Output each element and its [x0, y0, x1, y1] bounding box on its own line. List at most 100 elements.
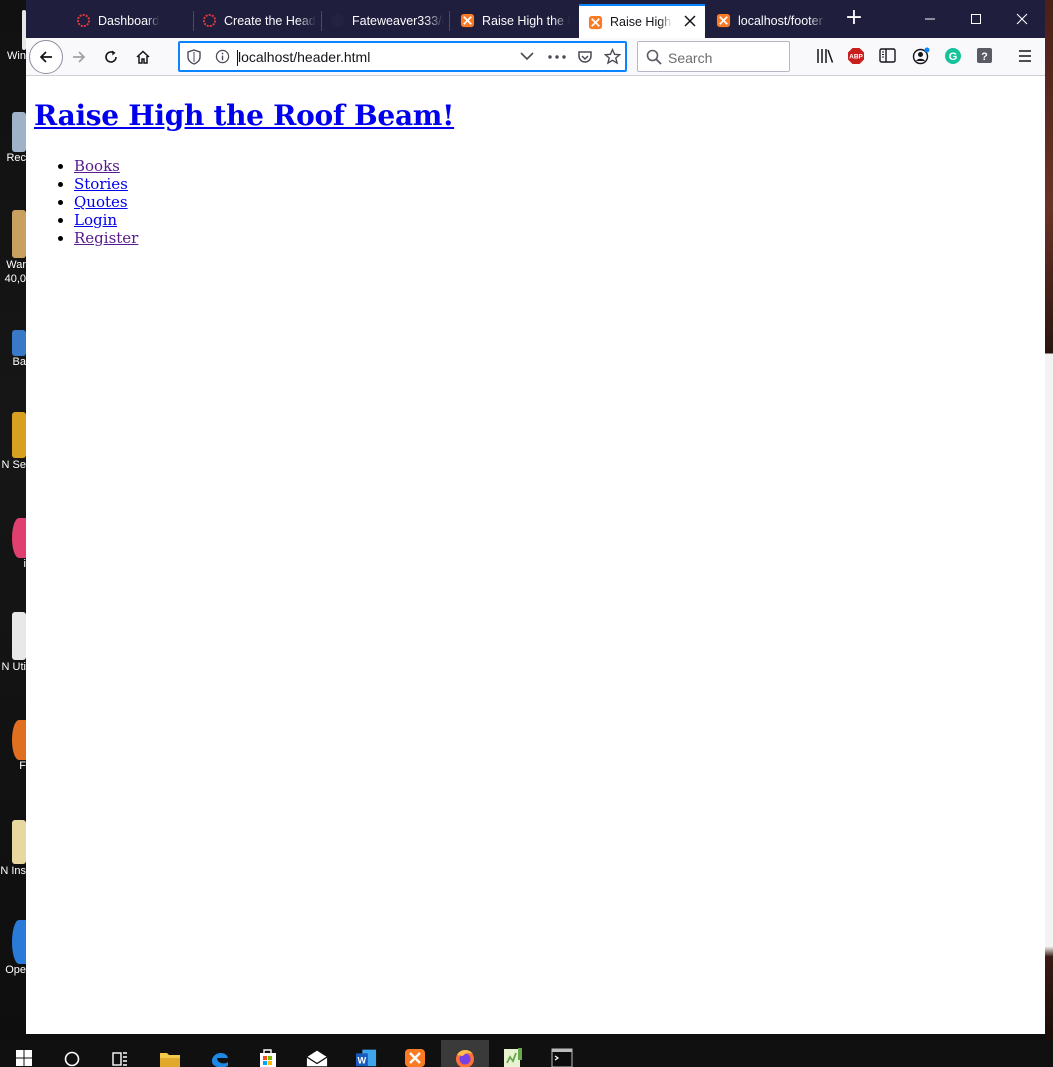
back-button[interactable] [29, 40, 63, 74]
firefox-button[interactable] [454, 1044, 476, 1067]
desktop-icon-label: Ope [5, 964, 26, 976]
maximize-icon [971, 14, 981, 24]
terminal-button[interactable] [551, 1044, 573, 1067]
ring-icon [76, 13, 91, 28]
desktop-icon-label: Rec [6, 152, 26, 164]
github-icon [330, 13, 345, 28]
background-window [1045, 0, 1053, 1040]
reload-button[interactable] [95, 41, 127, 73]
tab-label: Raise High the Roof [482, 13, 570, 28]
desktop-icon-label: i [23, 558, 26, 570]
library-icon[interactable] [816, 48, 834, 64]
maximize-button[interactable] [953, 0, 999, 38]
minimize-button[interactable] [907, 0, 953, 38]
desktop-icon[interactable]: N Uti [0, 612, 26, 674]
edge-button[interactable] [209, 1044, 231, 1067]
account-icon[interactable] [912, 47, 930, 65]
desktop-icon[interactable]: Ba [0, 330, 26, 368]
search-icon [64, 1051, 80, 1067]
search-button[interactable] [61, 1044, 83, 1067]
desktop-icon-label: War 40,0 [4, 259, 26, 285]
tab-github[interactable]: Fateweaver333/c [322, 3, 450, 38]
xampp-button[interactable] [404, 1044, 426, 1067]
browser-window: Dashboard Create the Header Fateweaver33… [26, 0, 1045, 1034]
shortcut-icon [12, 720, 26, 760]
notepad-plus-button[interactable] [502, 1044, 524, 1067]
search-placeholder: Search [668, 50, 713, 66]
page-title: Raise High the Roof Beam! [34, 99, 454, 132]
search-bar[interactable]: Search [637, 41, 790, 72]
home-button[interactable] [127, 41, 159, 73]
page-content: Raise High the Roof Beam! Books Stories … [26, 77, 1045, 1034]
grammarly-icon[interactable]: G [944, 47, 962, 65]
site-title-link[interactable]: Raise High the Roof Beam! [34, 99, 454, 132]
start-button[interactable] [13, 1044, 35, 1067]
shield-icon[interactable] [187, 49, 201, 65]
menu-icon[interactable] [1018, 49, 1032, 63]
task-view-button[interactable] [109, 1044, 131, 1067]
tab-label: Dashboard [98, 13, 160, 28]
site-nav-list: Books Stories Quotes Login Register [60, 157, 138, 247]
info-icon[interactable] [215, 49, 230, 64]
minimize-icon [925, 18, 935, 20]
notepad-plus-icon [504, 1048, 522, 1067]
desktop-icon[interactable]: Win [0, 10, 26, 62]
nav-link-stories[interactable]: Stories [74, 175, 128, 193]
extension-help-icon[interactable]: ? [976, 47, 993, 64]
list-item: Quotes [74, 193, 138, 211]
more-actions-icon[interactable] [548, 55, 566, 59]
tab-raise-high-1[interactable]: Raise High the Roof [450, 3, 578, 38]
navigation-toolbar: localhost/header.html Search ABP G ? [26, 38, 1045, 76]
store-button[interactable] [257, 1044, 279, 1067]
tab-create-header[interactable]: Create the Header [194, 3, 322, 38]
sidebar-icon[interactable] [879, 48, 896, 63]
chevron-down-icon[interactable] [520, 51, 534, 61]
tab-label: Fateweaver333/c [352, 13, 444, 28]
nav-link-quotes[interactable]: Quotes [74, 193, 128, 211]
tab-strip: Dashboard Create the Header Fateweaver33… [26, 0, 1045, 38]
desktop-icon-label: Win [7, 50, 26, 62]
tab-raise-high-active[interactable]: Raise High the Roof [579, 4, 705, 38]
adblock-icon[interactable]: ABP [847, 47, 865, 65]
url-text: localhost/header.html [236, 49, 371, 66]
list-item: Stories [74, 175, 138, 193]
desktop-icon[interactable]: War 40,0 [0, 210, 26, 286]
close-window-button[interactable] [999, 0, 1045, 38]
bookmark-star-icon[interactable] [604, 48, 621, 65]
file-explorer-button[interactable] [159, 1044, 181, 1067]
url-bar[interactable]: localhost/header.html [178, 41, 627, 72]
shortcut-icon [12, 330, 26, 356]
xampp-icon [405, 1049, 425, 1067]
tab-label: localhost/footer [738, 13, 823, 28]
nav-link-books[interactable]: Books [74, 157, 120, 175]
nav-link-register[interactable]: Register [74, 229, 138, 247]
nav-link-login[interactable]: Login [74, 211, 117, 229]
xampp-icon [460, 13, 475, 28]
svg-text:G: G [949, 51, 958, 63]
tab-dashboard[interactable]: Dashboard [66, 3, 194, 38]
tab-footer[interactable]: localhost/footer [706, 3, 830, 38]
folder-icon [160, 1053, 180, 1067]
pocket-icon[interactable] [577, 49, 593, 65]
forward-button[interactable] [63, 41, 95, 73]
arrow-left-icon [39, 51, 52, 63]
desktop-icon[interactable]: Ope [0, 920, 26, 976]
desktop-icon[interactable]: N Se [0, 412, 26, 472]
ring-icon [202, 13, 217, 28]
reload-icon [105, 50, 117, 63]
desktop-icon[interactable]: F [0, 720, 26, 772]
shortcut-icon [12, 412, 26, 458]
desktop-icon[interactable]: N Ins [0, 820, 26, 878]
word-button[interactable]: W [355, 1044, 377, 1067]
search-icon [646, 49, 662, 65]
xampp-icon [716, 13, 731, 28]
desktop-icon[interactable]: Rec [0, 112, 26, 164]
svg-text:ABP: ABP [849, 54, 863, 61]
list-item: Login [74, 211, 138, 229]
new-tab-button[interactable]: + [842, 6, 866, 30]
desktop-icon[interactable]: i [0, 518, 26, 570]
task-view-icon [112, 1052, 127, 1066]
shortcut-icon [12, 920, 26, 964]
close-tab-icon[interactable] [684, 14, 696, 31]
mail-button[interactable] [306, 1044, 328, 1067]
